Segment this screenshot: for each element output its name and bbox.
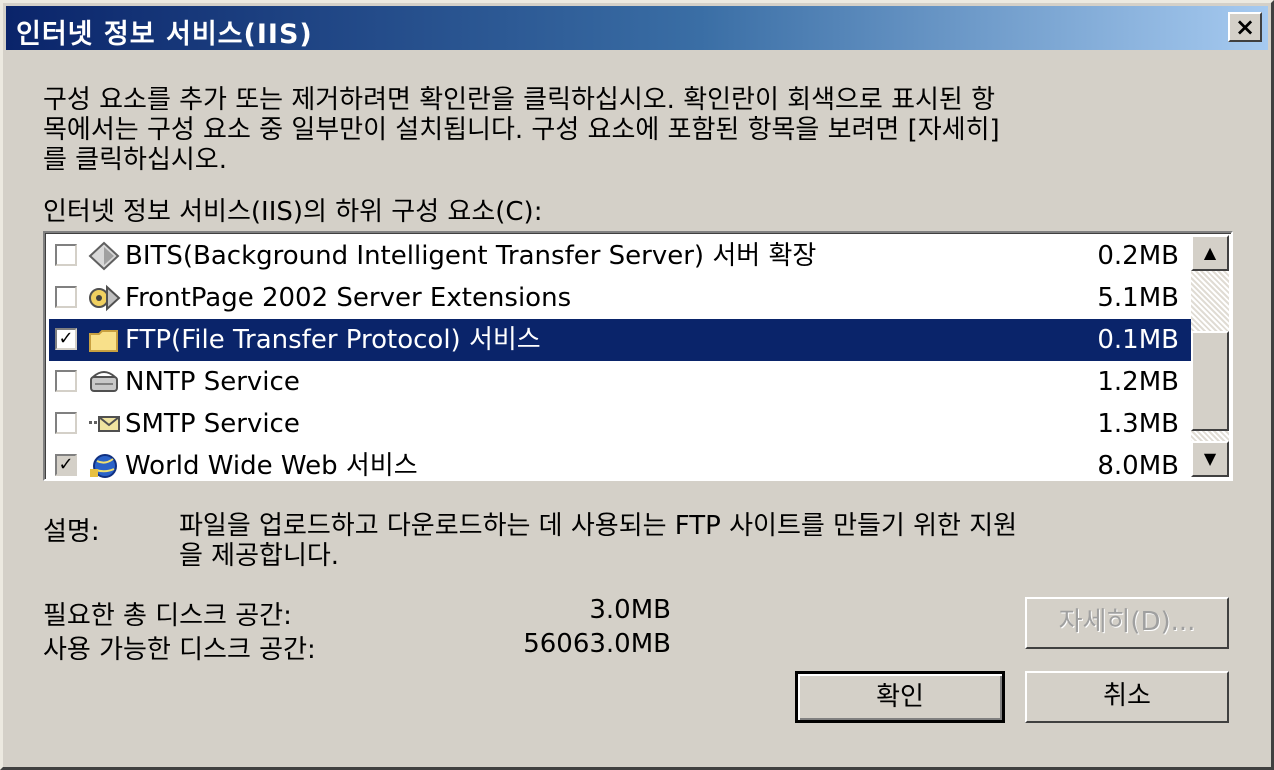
item-name: NNTP Service [125, 367, 300, 397]
item-size: 0.1MB [1097, 325, 1179, 355]
instructions-line-2: 목에서는 구성 요소 중 일부만이 설치됩니다. 구성 요소에 포함된 항목을 … [43, 115, 1000, 145]
iis-components-dialog: 인터넷 정보 서비스(IIS) × 구성 요소를 추가 또는 제거하려면 확인란… [0, 0, 1274, 770]
ok-button[interactable]: 확인 [795, 671, 1005, 723]
item-size: 0.2MB [1097, 241, 1179, 271]
frontpage-icon [87, 283, 121, 313]
smtp-mail-icon [87, 409, 121, 439]
item-size: 8.0MB [1097, 451, 1179, 481]
checkbox-www[interactable]: ✓ [55, 454, 77, 476]
instructions-line-3: 를 클릭하십시오. [43, 145, 227, 175]
instructions-text: 구성 요소를 추가 또는 제거하려면 확인란을 클릭하십시오. 확인란이 회색으… [43, 85, 1213, 175]
item-name: BITS(Background Intelligent Transfer Ser… [125, 241, 817, 271]
available-disk-value: 56063.0MB [523, 629, 671, 659]
list-scrollbar[interactable]: ▲ ▼ [1191, 235, 1229, 477]
item-size: 5.1MB [1097, 283, 1179, 313]
item-size: 1.3MB [1097, 409, 1179, 439]
description-text: 파일을 업로드하고 다운로드하는 데 사용되는 FTP 사이트를 만들기 위한 … [179, 511, 1209, 571]
checkbox-smtp[interactable] [55, 412, 77, 434]
item-name: World Wide Web 서비스 [125, 451, 418, 481]
checkbox-ftp[interactable]: ✓ [55, 328, 77, 350]
title-bar[interactable]: 인터넷 정보 서비스(IIS) × [6, 6, 1268, 50]
required-disk-label: 필요한 총 디스크 공간: [43, 601, 292, 631]
description-line-2: 을 제공합니다. [179, 541, 340, 571]
list-item-ftp[interactable]: ✓ FTP(File Transfer Protocol) 서비스 0.1MB [49, 319, 1191, 361]
item-name: FrontPage 2002 Server Extensions [125, 283, 572, 313]
scroll-down-button[interactable]: ▼ [1191, 441, 1229, 477]
description-line-1: 파일을 업로드하고 다운로드하는 데 사용되는 FTP 사이트를 만들기 위한 … [179, 511, 1018, 541]
required-disk-value: 3.0MB [589, 595, 671, 625]
cancel-button[interactable]: 취소 [1025, 671, 1229, 723]
list-item-www[interactable]: ✓ World Wide Web 서비스 8.0MB [49, 445, 1191, 481]
item-name: FTP(File Transfer Protocol) 서비스 [125, 325, 541, 355]
list-item-nntp[interactable]: NNTP Service 1.2MB [49, 361, 1191, 403]
checkbox-frontpage[interactable] [55, 286, 77, 308]
subcomponents-label: 인터넷 정보 서비스(IIS)의 하위 구성 요소(C): [43, 197, 543, 227]
bits-diamond-icon [87, 241, 121, 271]
list-item-frontpage[interactable]: FrontPage 2002 Server Extensions 5.1MB [49, 277, 1191, 319]
list-item-smtp[interactable]: SMTP Service 1.3MB [49, 403, 1191, 445]
scroll-up-button[interactable]: ▲ [1191, 235, 1229, 271]
item-name: SMTP Service [125, 409, 300, 439]
available-disk-label: 사용 가능한 디스크 공간: [43, 635, 316, 665]
folder-icon [87, 325, 121, 355]
checkbox-nntp[interactable] [55, 370, 77, 392]
details-button[interactable]: 자세히(D)... [1025, 597, 1229, 649]
scroll-thumb[interactable] [1191, 331, 1229, 431]
item-size: 1.2MB [1097, 367, 1179, 397]
instructions-line-1: 구성 요소를 추가 또는 제거하려면 확인란을 클릭하십시오. 확인란이 회색으… [43, 85, 996, 115]
description-label: 설명: [43, 517, 100, 547]
subcomponents-list[interactable]: BITS(Background Intelligent Transfer Ser… [43, 231, 1233, 481]
web-globe-icon [87, 451, 121, 479]
window-title: 인터넷 정보 서비스(IIS) [16, 19, 313, 50]
nntp-icon [87, 367, 121, 397]
list-item-bits[interactable]: BITS(Background Intelligent Transfer Ser… [49, 235, 1191, 277]
checkbox-bits[interactable] [55, 244, 77, 266]
close-button[interactable]: × [1228, 12, 1262, 42]
